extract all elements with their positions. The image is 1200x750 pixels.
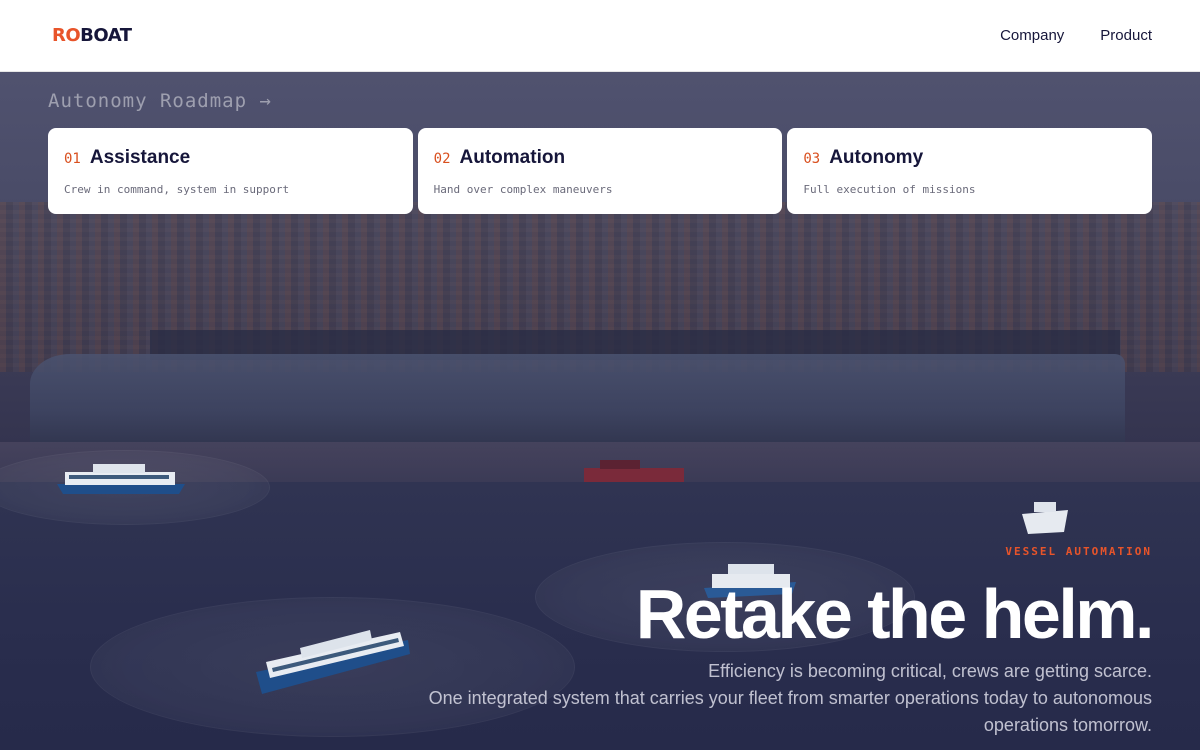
hero-headline: Retake the helm. [635, 575, 1155, 653]
roadmap-card-autonomy[interactable]: 03 Autonomy Full execution of missions [787, 128, 1153, 214]
card-title: Autonomy [829, 147, 924, 168]
boat-icon [584, 460, 684, 482]
roboat-logo[interactable]: ROBOAT [52, 25, 132, 46]
nav-link-company[interactable]: Company [1000, 27, 1064, 44]
hero-subtext-line2: One integrated system that carries your … [428, 688, 1152, 735]
card-head: 03 Autonomy [803, 147, 1136, 169]
roadmap-card-assistance[interactable]: 01 Assistance Crew in command, system in… [48, 128, 413, 214]
card-title: Assistance [89, 147, 191, 168]
card-description: Full execution of missions [803, 183, 976, 196]
card-title: Automation [459, 147, 566, 168]
roadmap-card-automation[interactable]: 02 Automation Hand over complex maneuver… [417, 128, 783, 214]
roadmap-title[interactable]: Autonomy Roadmap → [48, 90, 272, 112]
boat-icon [1022, 502, 1068, 534]
hero-eyebrow: VESSEL AUTOMATION [1005, 545, 1152, 558]
roadmap-cards: 01 Assistance Crew in command, system in… [48, 128, 1153, 214]
ferry-icon [57, 464, 185, 494]
card-description: Hand over complex maneuvers [433, 183, 613, 196]
top-navigation-bar: ROBOAT Company Product [0, 0, 1200, 72]
card-number: 03 [803, 151, 821, 167]
hero-subtext: Efficiency is becoming critical, crews a… [352, 658, 1152, 739]
card-head: 02 Automation [434, 147, 767, 169]
card-description: Crew in command, system in support [64, 183, 290, 196]
card-number: 02 [433, 151, 451, 167]
logo-text-boat: BOAT [80, 25, 132, 46]
logo-text-ro: RO [52, 25, 81, 46]
station-roof [30, 354, 1125, 449]
main-nav: Company Product [1000, 27, 1152, 44]
nav-link-product[interactable]: Product [1100, 27, 1152, 44]
hero-subtext-line1: Efficiency is becoming critical, crews a… [708, 661, 1152, 681]
card-number: 01 [64, 151, 81, 167]
card-head: 01 Assistance [64, 147, 397, 169]
